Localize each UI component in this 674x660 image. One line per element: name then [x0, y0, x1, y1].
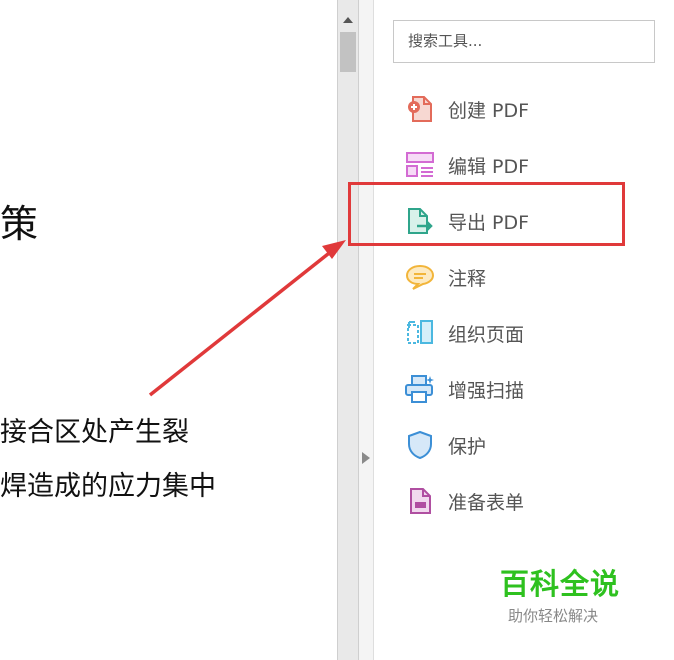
watermark-title: 百科全说: [500, 567, 621, 601]
watermark-logo: 百科全说 助你轻松解决: [500, 570, 630, 626]
annotation-arrow: [148, 240, 346, 397]
watermark-subtitle: 助你轻松解决: [508, 607, 599, 625]
annotation-highlight-box: [348, 182, 625, 246]
